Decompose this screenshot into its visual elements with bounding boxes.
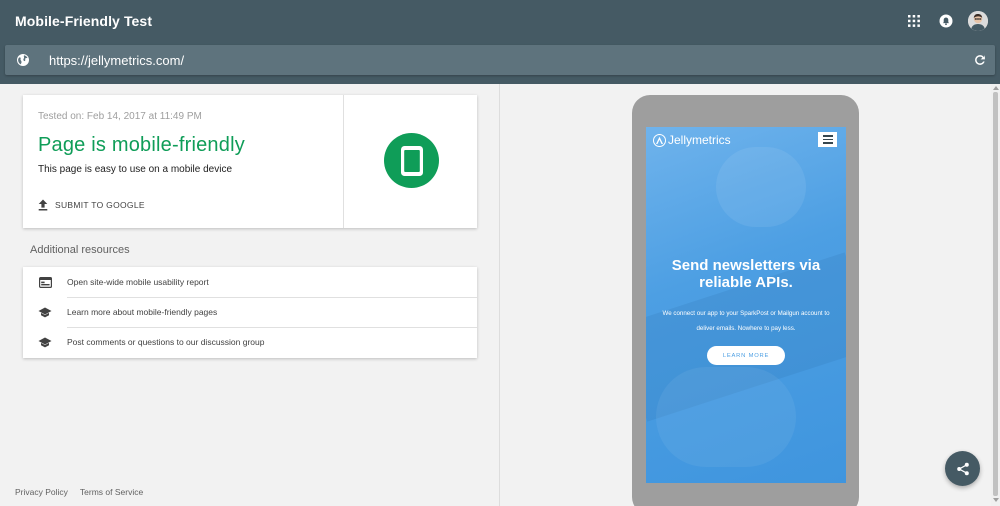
resource-item-learn-more[interactable]: Learn more about mobile-friendly pages — [23, 297, 477, 327]
verdict-heading: Page is mobile-friendly — [38, 134, 245, 156]
resource-item-discussion-group[interactable]: Post comments or questions to our discus… — [23, 327, 477, 357]
result-summary: Tested on: Feb 14, 2017 at 11:49 PM Page… — [23, 95, 344, 228]
terms-of-service-link[interactable]: Terms of Service — [80, 487, 143, 497]
apps-grid-icon[interactable] — [904, 11, 924, 31]
mobile-friendly-badge-icon — [384, 133, 439, 188]
avatar — [968, 11, 988, 31]
app-title: Mobile-Friendly Test — [15, 13, 153, 29]
resource-item-label: Learn more about mobile-friendly pages — [67, 307, 218, 317]
scrollbar-thumb[interactable] — [993, 92, 998, 496]
submit-label: SUBMIT TO GOOGLE — [55, 200, 145, 210]
resources-title: Additional resources — [30, 244, 130, 256]
hero-text: We connect our app to your SparkPost or … — [662, 310, 830, 332]
refresh-icon[interactable] — [973, 53, 987, 67]
resource-item-label: Post comments or questions to our discus… — [67, 337, 265, 347]
url-text[interactable]: https://jellymetrics.com/ — [49, 53, 184, 68]
learn-more-button: LEARN MORE — [707, 346, 785, 365]
resource-item-usability-report[interactable]: Open site-wide mobile usability report — [23, 267, 477, 297]
scroll-up-icon[interactable] — [993, 86, 999, 90]
url-bar[interactable]: https://jellymetrics.com/ — [5, 45, 995, 75]
upload-icon — [38, 199, 48, 211]
account-avatar[interactable] — [968, 11, 988, 31]
results-panel: Tested on: Feb 14, 2017 at 11:49 PM Page… — [0, 84, 500, 506]
notifications-icon[interactable] — [936, 11, 956, 31]
background-shape — [716, 147, 806, 227]
globe-icon — [16, 53, 30, 67]
app-bar: Mobile-Friendly Test https://jellymetric… — [0, 0, 1000, 84]
tested-on-text: Tested on: Feb 14, 2017 at 11:49 PM — [38, 111, 202, 122]
share-icon — [956, 462, 969, 475]
resource-item-label: Open site-wide mobile usability report — [67, 277, 209, 287]
scroll-down-icon[interactable] — [993, 498, 999, 502]
top-actions — [892, 11, 988, 31]
menu-icon — [818, 132, 837, 147]
background-shape — [656, 367, 796, 467]
hero-title: Send newsletters via reliable APIs. — [671, 257, 821, 291]
school-icon — [38, 305, 52, 319]
result-card: Tested on: Feb 14, 2017 at 11:49 PM Page… — [23, 95, 477, 228]
verdict-description: This page is easy to use on a mobile dev… — [38, 164, 232, 175]
brand-logo: Jellymetrics — [653, 133, 731, 147]
share-button[interactable] — [945, 451, 980, 486]
page-screenshot: Jellymetrics Send newsletters via reliab… — [646, 127, 846, 483]
brand-mark-icon — [653, 133, 666, 147]
privacy-policy-link[interactable]: Privacy Policy — [15, 487, 68, 497]
school-icon — [38, 335, 52, 349]
brand-name: Jellymetrics — [668, 133, 731, 147]
submit-to-google-button[interactable]: SUBMIT TO GOOGLE — [38, 199, 145, 211]
web-report-icon — [38, 275, 52, 289]
footer-links: Privacy Policy Terms of Service — [15, 487, 155, 497]
resources-list: Open site-wide mobile usability report L… — [23, 267, 477, 358]
